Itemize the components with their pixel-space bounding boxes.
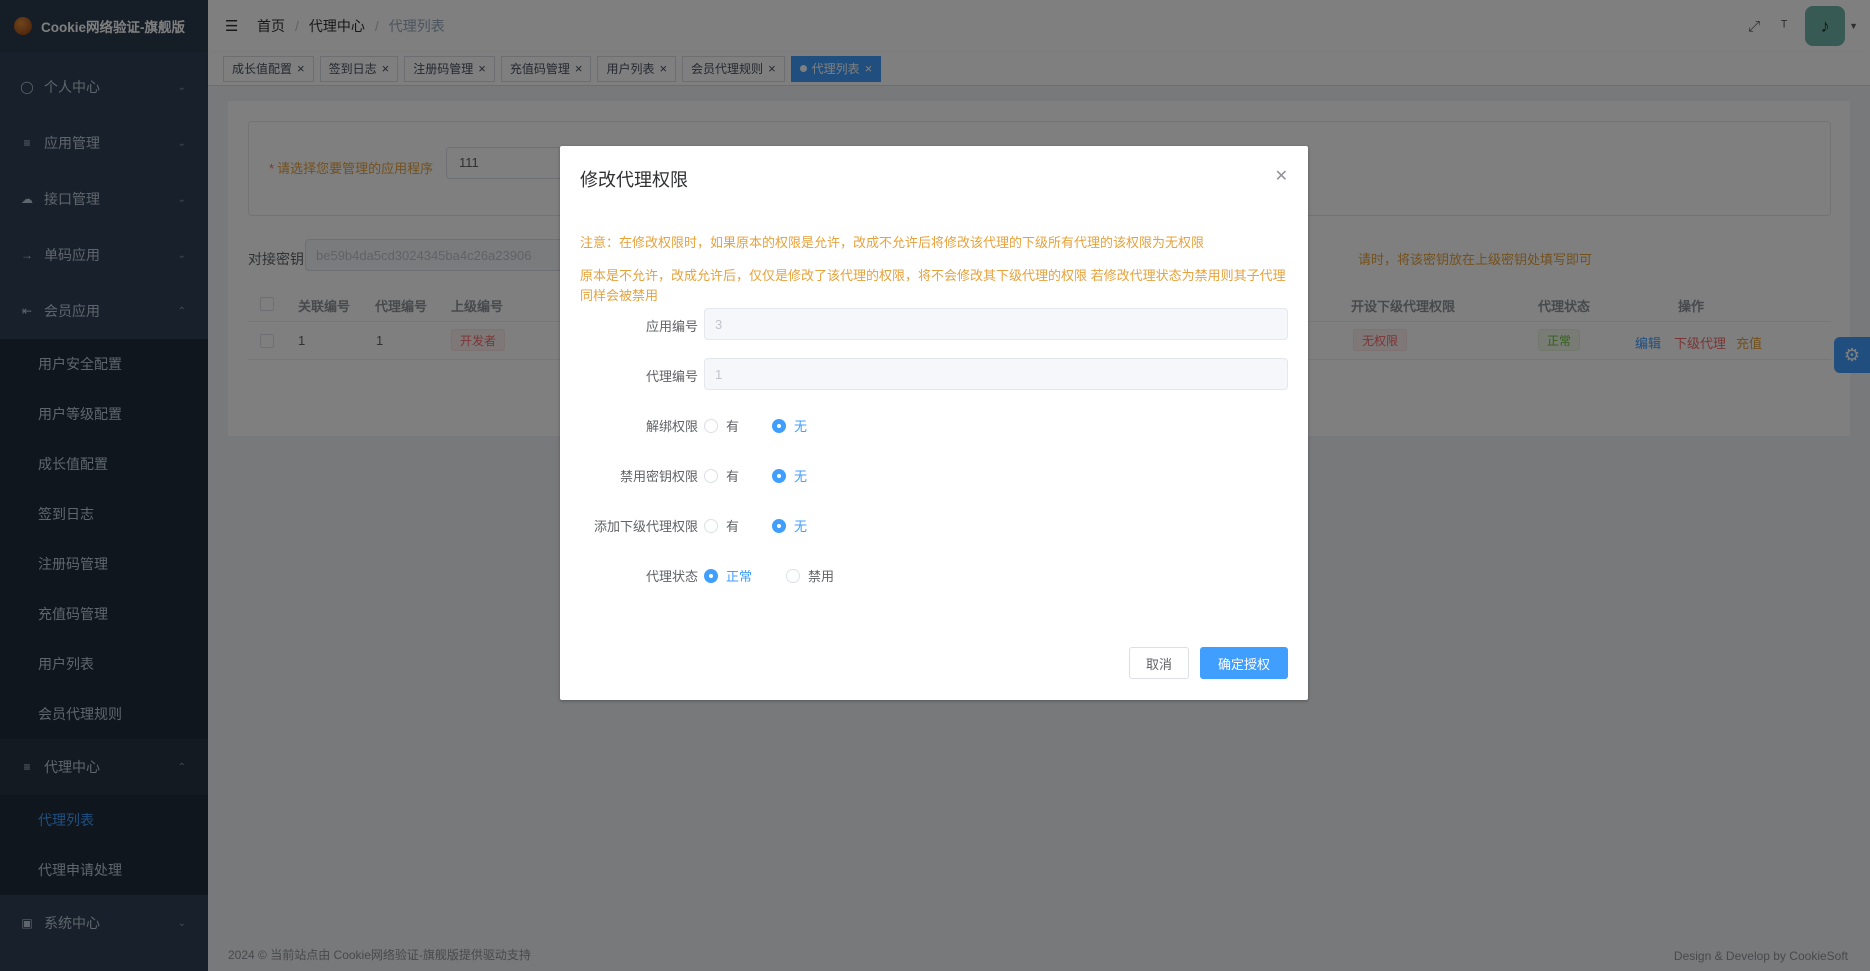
radio-circle	[786, 568, 800, 583]
confirm-authorize-button[interactable]: 确定授权	[1200, 647, 1288, 679]
app-id-label: 应用编号	[645, 319, 698, 334]
status-radio-normal[interactable]: 正常	[704, 566, 752, 585]
dialog-title: 修改代理权限	[580, 170, 688, 190]
ban-key-radio-no[interactable]: 无	[772, 466, 807, 485]
radio-circle	[704, 468, 718, 483]
ban-key-radio-yes[interactable]: 有	[704, 466, 739, 485]
add-sub-label: 添加下级代理权限	[593, 519, 698, 534]
add-sub-radio-no[interactable]: 无	[772, 516, 807, 535]
radio-circle	[704, 418, 718, 433]
radio-label: 有	[726, 519, 740, 534]
form-row-ban-key: 禁用密钥权限 有 无	[560, 458, 1308, 490]
unbind-radio-no[interactable]: 无	[772, 416, 807, 435]
radio-label: 无	[794, 519, 808, 534]
edit-agent-permission-dialog: 修改代理权限 ✕ 注意：在修改权限时，如果原本的权限是允许，改成不允许后将修改该…	[560, 146, 1308, 700]
add-sub-radio-yes[interactable]: 有	[704, 516, 739, 535]
form-row-agent-id: 代理编号 1	[560, 358, 1308, 390]
form-row-unbind: 解绑权限 有 无	[560, 408, 1308, 440]
radio-circle	[772, 518, 786, 533]
radio-circle	[772, 418, 786, 433]
unbind-label: 解绑权限	[645, 419, 698, 434]
status-label: 代理状态	[645, 569, 698, 584]
agent-id-input: 1	[704, 358, 1288, 390]
radio-circle	[704, 568, 718, 583]
close-icon[interactable]: ✕	[1275, 166, 1288, 186]
radio-label: 无	[794, 469, 808, 484]
radio-label: 有	[726, 469, 740, 484]
form-row-app-id: 应用编号 3	[560, 308, 1308, 340]
status-radio-disabled[interactable]: 禁用	[786, 566, 834, 585]
form-row-add-sub: 添加下级代理权限 有 无	[560, 508, 1308, 540]
unbind-radio-yes[interactable]: 有	[704, 416, 739, 435]
radio-label: 无	[794, 419, 808, 434]
notice-text-1: 注意：在修改权限时，如果原本的权限是允许，改成不允许后将修改该代理的下级所有代理…	[580, 235, 1205, 250]
notice-text-2: 原本是不允许，改成允许后，仅仅是修改了该代理的权限，将不会修改其下级代理的权限 …	[580, 268, 1286, 303]
radio-circle	[704, 518, 718, 533]
form-row-status: 代理状态 正常 禁用	[560, 558, 1308, 590]
radio-circle	[772, 468, 786, 483]
radio-label: 禁用	[808, 569, 835, 584]
app-id-input: 3	[704, 308, 1288, 340]
radio-label: 正常	[726, 569, 753, 584]
ban-key-label: 禁用密钥权限	[619, 469, 698, 484]
radio-label: 有	[726, 419, 740, 434]
agent-id-label: 代理编号	[645, 369, 698, 384]
cancel-button[interactable]: 取消	[1129, 647, 1189, 679]
